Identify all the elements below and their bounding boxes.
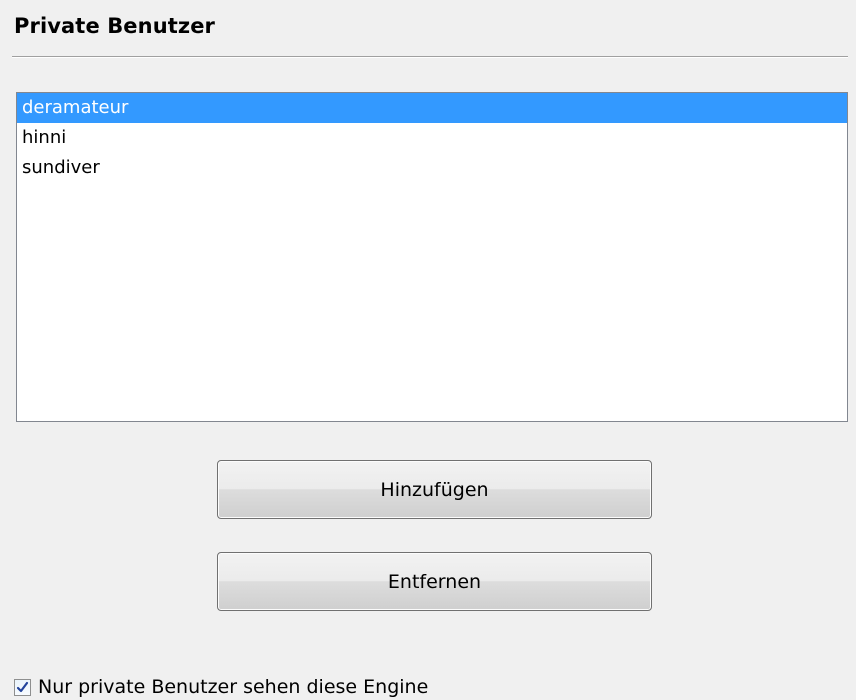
- list-item[interactable]: sundiver: [17, 153, 847, 183]
- private-only-option[interactable]: Nur private Benutzer sehen diese Engine: [14, 674, 428, 700]
- title-separator: [12, 56, 848, 58]
- remove-user-button[interactable]: Entfernen: [217, 552, 652, 611]
- add-user-button[interactable]: Hinzufügen: [217, 460, 652, 519]
- checkmark-icon: [16, 681, 29, 692]
- list-item[interactable]: deramateur: [17, 93, 847, 123]
- private-only-label: Nur private Benutzer sehen diese Engine: [38, 676, 429, 698]
- list-item[interactable]: hinni: [17, 123, 847, 153]
- private-only-checkbox[interactable]: [14, 678, 31, 696]
- section-title: Private Benutzer: [14, 14, 216, 38]
- private-users-list[interactable]: deramateur hinni sundiver: [16, 92, 848, 422]
